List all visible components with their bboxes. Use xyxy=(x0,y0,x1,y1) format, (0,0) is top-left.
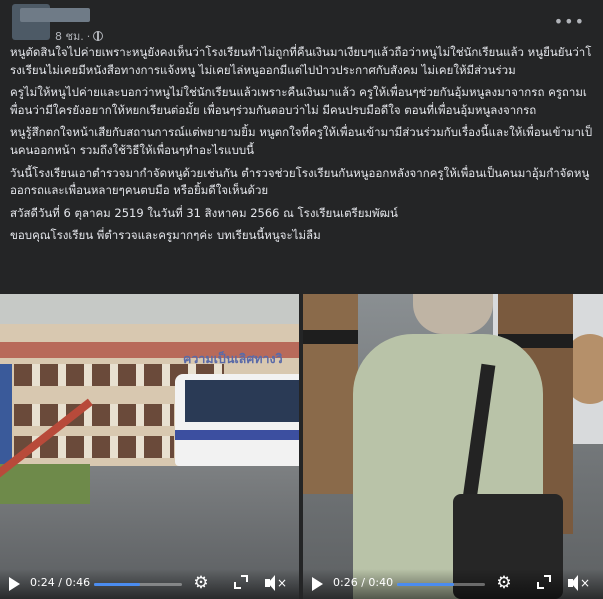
volume-muted-icon[interactable]: × xyxy=(265,575,287,591)
video-timecode: 0:26 / 0:40 xyxy=(333,576,394,589)
play-icon[interactable] xyxy=(9,577,20,591)
post-header: 8 ชม. · ••• xyxy=(0,0,603,44)
globe-icon[interactable] xyxy=(93,31,104,41)
video-controls: 0:24 / 0:46 ⚙ × xyxy=(0,569,299,599)
meta-separator: · xyxy=(86,29,91,43)
gear-icon[interactable]: ⚙ xyxy=(495,574,513,592)
more-horizontal-icon[interactable]: ••• xyxy=(554,12,585,31)
video-progress-fill xyxy=(94,583,140,586)
post-paragraph: สวัสดีวันที่ 6 ตุลาคม 2519 ในวันที่ 31 ส… xyxy=(10,205,398,220)
post-paragraph: ครูไม่ให้หนูไปค่ายและบอกว่าหนูไม่ใช่นักเ… xyxy=(10,85,587,117)
post-time[interactable]: 8 ชม. xyxy=(55,27,84,45)
post-paragraph: ขอบคุณโรงเรียน พี่ตำรวจและครูมากๆค่ะ บทเ… xyxy=(10,228,321,243)
post-paragraph: หนูตัดสินใจไปค่ายเพราะหนูยังคงเห็นว่าโรง… xyxy=(10,45,592,77)
volume-muted-icon[interactable]: × xyxy=(568,575,590,591)
school-sign: ความเป็นเลิศทางวิ xyxy=(183,351,283,366)
post-paragraph: หนูรู้สึกตกใจหน้าเสียกับสถานการณ์แต่พยาย… xyxy=(10,125,593,157)
video-timecode: 0:24 / 0:46 xyxy=(30,576,91,589)
video-player-1[interactable]: ความเป็นเลิศทางวิ 0:24 / 0:46 ⚙ × xyxy=(0,294,299,599)
expand-icon[interactable] xyxy=(234,575,248,589)
police-officer xyxy=(303,294,358,494)
post-meta: 8 ชม. · xyxy=(55,27,104,45)
video-player-2[interactable]: 0:26 / 0:40 ⚙ × xyxy=(303,294,603,599)
video-progress[interactable] xyxy=(397,583,485,586)
gear-icon[interactable]: ⚙ xyxy=(192,574,210,592)
video-progress-fill xyxy=(397,583,455,586)
expand-icon[interactable] xyxy=(537,575,551,589)
video-progress[interactable] xyxy=(94,583,182,586)
play-icon[interactable] xyxy=(312,577,323,591)
post-paragraph: วันนี้โรงเรียนเอาตำรวจมากำจัดหนูด้วยเช่น… xyxy=(10,165,590,198)
author-name-redacted[interactable] xyxy=(20,8,90,22)
video-controls: 0:26 / 0:40 ⚙ × xyxy=(303,569,603,599)
video-gallery: ความเป็นเลิศทางวิ 0:24 / 0:46 ⚙ × 0:26 /… xyxy=(0,294,603,599)
bus xyxy=(175,374,299,466)
post-body: หนูตัดสินใจไปค่ายเพราะหนูยังคงเห็นว่าโรง… xyxy=(10,44,593,250)
